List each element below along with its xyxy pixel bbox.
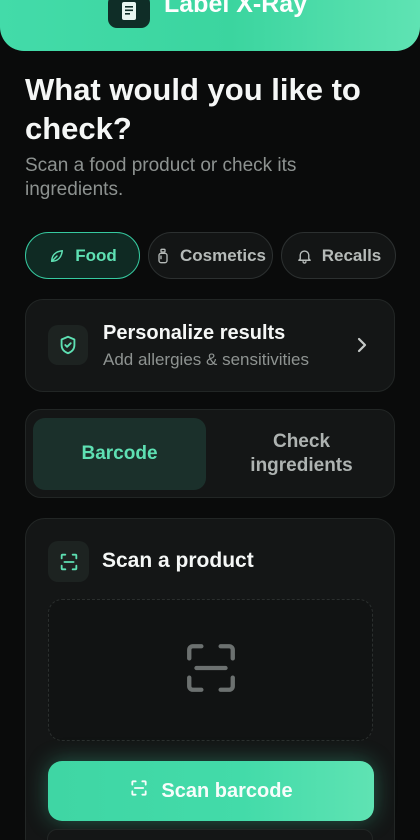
scan-barcode-button[interactable]: Scan barcode (48, 761, 374, 821)
page-title: What would you like to check? (25, 72, 361, 146)
category-chip-label: Cosmetics (180, 245, 266, 265)
app-logo-icon (108, 0, 150, 28)
personalize-title: Personalize results (103, 322, 286, 344)
scan-frame-icon (48, 541, 89, 582)
category-chip-recalls[interactable]: Recalls (281, 232, 396, 279)
scan-barcode-label: Scan barcode (161, 779, 293, 802)
app-title: Label X-Ray (164, 0, 308, 18)
chevron-right-icon (356, 336, 368, 359)
scan-frame-icon (129, 778, 149, 804)
category-chip-food[interactable]: Food (25, 232, 140, 279)
next-card (47, 829, 373, 840)
page-subtitle: Scan a food product or check its ingredi… (25, 155, 297, 200)
leaf-icon (48, 247, 66, 265)
category-chip-label: Food (75, 245, 117, 265)
shield-check-icon (48, 325, 88, 365)
bell-icon (296, 247, 313, 265)
category-chip-label: Recalls (321, 245, 382, 265)
app-screen: Label X-Ray What would you like to check… (0, 0, 420, 840)
bottle-icon (155, 247, 171, 265)
personalize-results-card[interactable]: Personalize results Add allergies & sens… (25, 299, 395, 392)
scan-product-card: Scan a product Scan barcode (25, 518, 395, 840)
category-chip-cosmetics[interactable]: Cosmetics (148, 232, 273, 279)
mode-barcode-button[interactable]: Barcode (33, 418, 206, 490)
scan-title: Scan a product (102, 549, 254, 572)
personalize-subtitle: Add allergies & sensitivities (103, 350, 309, 369)
scan-mode-toggle: Barcode Check ingredients (25, 409, 395, 498)
camera-viewfinder[interactable] (48, 599, 373, 741)
mode-check-ingredients-button[interactable]: Check ingredients (214, 418, 389, 490)
barcode-scan-icon (182, 639, 240, 702)
